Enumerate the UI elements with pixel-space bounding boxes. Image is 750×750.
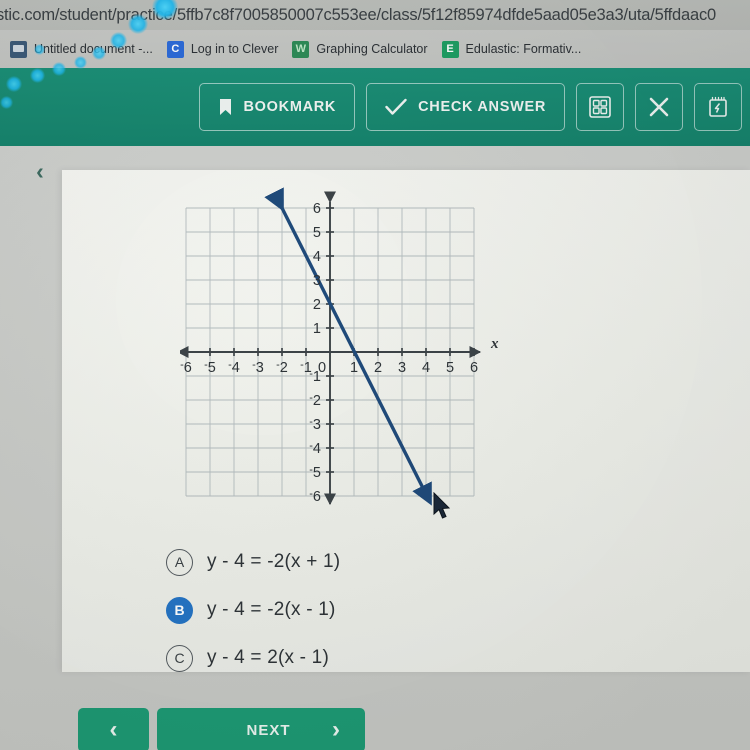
svg-text:-5: -5 — [309, 464, 321, 481]
previous-question-button[interactable]: ‹ — [78, 708, 149, 750]
bottom-navigation: ‹ NEXT › — [78, 708, 365, 750]
bookmark-item-clever[interactable]: C Log in to Clever — [163, 39, 289, 60]
graph-svg: x -6 -5 -4 -3 -2 -1 0 1 2 3 4 5 6 6 5 4 … — [180, 187, 499, 506]
svg-text:-4: -4 — [309, 440, 321, 457]
bookmark-label: Log in to Clever — [190, 42, 279, 56]
svg-text:5: 5 — [446, 360, 454, 376]
bookmark-button[interactable]: BOOKMARK — [198, 83, 356, 131]
answer-bubble-a[interactable]: A — [166, 548, 193, 576]
check-answer-button[interactable]: CHECK ANSWER — [366, 83, 565, 131]
close-x-icon — [648, 96, 670, 118]
browser-bookmarks-bar: Untitled document -... C Log in to Cleve… — [0, 30, 750, 68]
plotted-line — [264, 187, 432, 506]
svg-text:3: 3 — [313, 273, 321, 289]
bookmark-flag-icon — [218, 98, 233, 116]
svg-text:6: 6 — [470, 360, 478, 376]
svg-text:-2: -2 — [276, 359, 288, 376]
bookmark-label: Graphing Calculator — [316, 42, 428, 56]
svg-text:2: 2 — [374, 360, 382, 376]
svg-text:-2: -2 — [309, 392, 321, 409]
bookmark-item-graphing-calculator[interactable]: Graphing Calculator — [288, 39, 437, 60]
back-chevron-icon[interactable]: ‹ — [28, 158, 52, 184]
document-icon — [10, 40, 27, 58]
close-button[interactable] — [635, 83, 683, 131]
svg-text:4: 4 — [313, 249, 321, 265]
svg-text:4: 4 — [422, 360, 430, 376]
answer-bubble-b[interactable]: B — [166, 596, 193, 624]
svg-text:-6: -6 — [180, 359, 192, 376]
coordinate-plane-graph: x -6 -5 -4 -3 -2 -1 0 1 2 3 4 5 6 6 5 4 … — [180, 180, 560, 525]
svg-text:-6: -6 — [309, 488, 321, 505]
bookmark-button-label: BOOKMARK — [243, 99, 337, 115]
next-button-label: NEXT — [246, 721, 291, 739]
answer-text-b: y - 4 = -2(x - 1) — [207, 599, 336, 620]
answer-text-a: y - 4 = -2(x + 1) — [207, 551, 341, 572]
edulastic-e-icon: E — [441, 40, 459, 58]
svg-text:2: 2 — [313, 297, 321, 313]
x-axis-label: x — [490, 336, 499, 352]
grid-calculator-icon — [589, 96, 611, 118]
answer-option-a[interactable]: A y - 4 = -2(x + 1) — [166, 538, 686, 586]
answer-text-c: y - 4 = 2(x - 1) — [207, 647, 329, 668]
svg-text:1: 1 — [350, 360, 358, 376]
y-tick-labels: 6 5 4 3 2 1 -1 -2 -3 -4 -5 -6 — [309, 201, 321, 505]
checkmark-icon — [385, 98, 407, 116]
next-question-button[interactable]: NEXT › — [157, 708, 365, 750]
answer-options-list: A y - 4 = -2(x + 1) B y - 4 = -2(x - 1) … — [166, 538, 686, 682]
svg-text:-3: -3 — [309, 416, 321, 433]
app-toolbar: BOOKMARK CHECK ANSWER — [0, 68, 750, 146]
address-bar-url: stic.com/student/practice/5ffb7c8f700585… — [0, 5, 716, 24]
browser-address-bar[interactable]: stic.com/student/practice/5ffb7c8f700585… — [0, 0, 750, 30]
calculator-button[interactable] — [576, 83, 624, 131]
question-card: x -6 -5 -4 -3 -2 -1 0 1 2 3 4 5 6 6 5 4 … — [62, 170, 750, 672]
bookmark-item-edulastic[interactable]: E Edulastic: Formativ... — [438, 39, 592, 60]
scratchpad-button[interactable] — [694, 83, 742, 131]
svg-text:5: 5 — [313, 225, 321, 241]
svg-text:-1: -1 — [309, 368, 321, 385]
graph-axes — [180, 191, 482, 506]
bookmark-label: Edulastic: Formativ... — [465, 42, 582, 56]
bookmark-item-untitled-document[interactable]: Untitled document -... — [6, 39, 163, 60]
answer-option-c[interactable]: C y - 4 = 2(x - 1) — [166, 634, 686, 682]
check-answer-button-label: CHECK ANSWER — [418, 99, 546, 115]
svg-text:-5: -5 — [204, 359, 216, 376]
svg-text:-3: -3 — [252, 359, 264, 376]
svg-text:6: 6 — [313, 201, 321, 217]
notepad-icon — [707, 96, 729, 118]
answer-option-b[interactable]: B y - 4 = -2(x - 1) — [166, 586, 686, 634]
answer-bubble-c[interactable]: C — [166, 644, 193, 672]
screen-root: stic.com/student/practice/5ffb7c8f700585… — [0, 0, 750, 750]
desmos-icon — [292, 40, 310, 58]
clever-c-icon: C — [166, 40, 184, 58]
svg-text:1: 1 — [313, 321, 321, 337]
bookmark-label: Untitled document -... — [34, 42, 153, 56]
chevron-right-icon: › — [331, 716, 341, 743]
svg-text:-4: -4 — [228, 359, 240, 376]
svg-text:3: 3 — [398, 360, 406, 376]
mouse-cursor — [432, 491, 454, 527]
